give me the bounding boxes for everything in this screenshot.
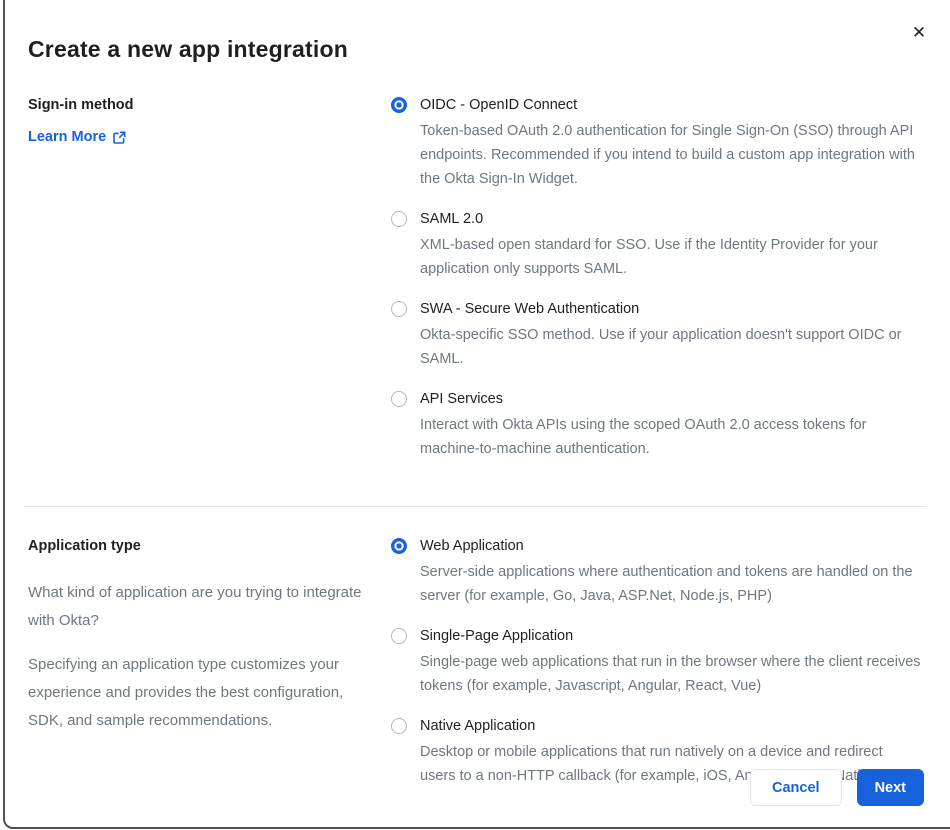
application-type-help-text: Specifying an application type customize…: [28, 656, 344, 729]
radio-option-label: SWA - Secure Web Authentication: [420, 301, 640, 317]
learn-more-link[interactable]: Learn More: [28, 129, 126, 145]
radio-option-api-services[interactable]: API Services Interact with Okta APIs usi…: [391, 389, 924, 461]
application-type-label: Application type: [28, 538, 141, 554]
radio-selected-icon[interactable]: [391, 97, 407, 113]
radio-unselected-icon[interactable]: [391, 301, 407, 317]
radio-option-saml-2-0[interactable]: SAML 2.0 XML-based open standard for SSO…: [391, 209, 924, 281]
radio-option-description: Okta-specific SSO method. Use if your ap…: [420, 327, 902, 367]
radio-option-label: SAML 2.0: [420, 211, 484, 227]
application-type-section: Application type What kind of applicatio…: [0, 536, 950, 788]
radio-unselected-icon[interactable]: [391, 628, 407, 644]
sign-in-method-label: Sign-in method: [28, 97, 134, 113]
radio-option-description: XML-based open standard for SSO. Use if …: [420, 237, 878, 277]
radio-selected-icon[interactable]: [391, 538, 407, 554]
dialog-footer: Cancel Next: [750, 769, 924, 806]
radio-option-description: Interact with Okta APIs using the scoped…: [420, 417, 867, 457]
radio-unselected-icon[interactable]: [391, 391, 407, 407]
radio-option-label: API Services: [420, 391, 503, 407]
external-link-icon: [113, 131, 126, 144]
sign-in-method-section: Sign-in method Learn More OIDC - OpenID …: [0, 95, 950, 461]
section-divider: [24, 506, 926, 507]
radio-option-description: Single-page web applications that run in…: [420, 654, 921, 694]
radio-option-label: Native Application: [420, 718, 536, 734]
radio-option-single-page-application[interactable]: Single-Page Application Single-page web …: [391, 626, 924, 698]
radio-unselected-icon[interactable]: [391, 211, 407, 227]
radio-option-label: OIDC - OpenID Connect: [420, 97, 578, 113]
create-app-integration-dialog: ✕ Create a new app integration Sign-in m…: [0, 0, 950, 830]
cancel-button[interactable]: Cancel: [750, 769, 842, 806]
close-button[interactable]: ✕: [906, 20, 932, 46]
close-icon: ✕: [911, 23, 927, 42]
radio-option-swa-secure-web-authentication[interactable]: SWA - Secure Web Authentication Okta-spe…: [391, 299, 924, 371]
radio-option-description: Server-side applications where authentic…: [420, 564, 913, 604]
radio-option-label: Web Application: [420, 538, 524, 554]
application-type-options: Web Application Server-side applications…: [391, 536, 924, 788]
dialog-title: Create a new app integration: [28, 36, 348, 62]
learn-more-label: Learn More: [28, 129, 107, 145]
sign-in-method-options: OIDC - OpenID Connect Token-based OAuth …: [391, 95, 924, 461]
radio-option-label: Single-Page Application: [420, 628, 574, 644]
next-button[interactable]: Next: [856, 769, 924, 806]
radio-option-oidc-openid-connect[interactable]: OIDC - OpenID Connect Token-based OAuth …: [391, 95, 924, 191]
radio-option-web-application[interactable]: Web Application Server-side applications…: [391, 536, 924, 608]
radio-option-description: Token-based OAuth 2.0 authentication for…: [420, 123, 915, 187]
radio-unselected-icon[interactable]: [391, 718, 407, 734]
application-type-question: What kind of application are you trying …: [28, 584, 362, 629]
